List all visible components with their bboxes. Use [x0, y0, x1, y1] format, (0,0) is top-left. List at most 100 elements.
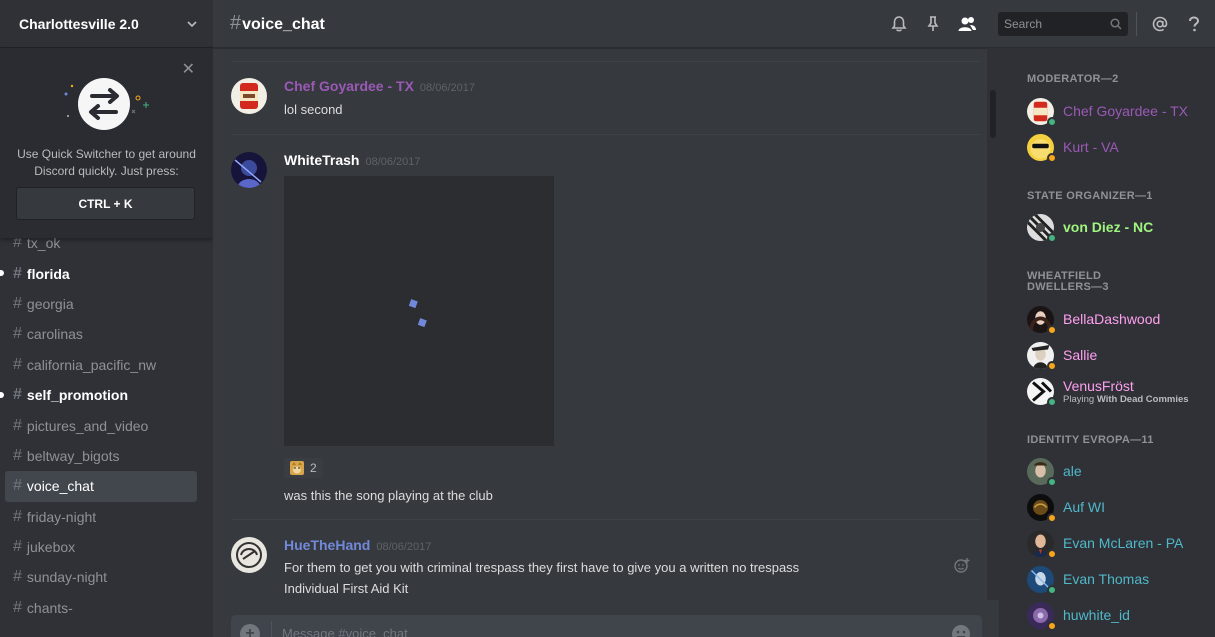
channel-jukebox[interactable]: # jukebox	[5, 532, 197, 562]
members-icon[interactable]	[956, 13, 978, 35]
media-embed[interactable]	[284, 176, 554, 446]
avatar	[1027, 529, 1057, 559]
member-name: Auf WI	[1063, 499, 1106, 515]
reaction-button[interactable]: 2	[284, 458, 323, 478]
search-placeholder: Search	[1004, 17, 1043, 31]
hash-icon: #	[13, 416, 22, 434]
message-text: was this the song playing at the club	[284, 488, 493, 503]
member-name: Chef Goyardee - TX	[1063, 103, 1189, 119]
status-online-indicator	[1047, 584, 1057, 595]
doge-emoji-icon	[290, 461, 304, 475]
status-online-indicator	[1047, 396, 1057, 407]
member-name: VenusFröst	[1063, 377, 1134, 394]
avatar[interactable]	[231, 152, 267, 188]
quick-switcher-arrows-icon	[64, 78, 149, 130]
activity-game: With Dead Commies	[1096, 393, 1189, 405]
add-reaction-icon[interactable]	[953, 556, 971, 574]
member-item[interactable]: Evan McLaren - PA	[1027, 527, 1207, 559]
channel-sidebar: Charlottesville 2.0 # tx_ok # florida # geo…	[0, 0, 213, 637]
role-header-line-2: DWELLERS—3	[1027, 281, 1109, 293]
avatar[interactable]	[231, 78, 267, 114]
message-header: HueTheHand 08/06/2017	[284, 537, 431, 553]
close-icon[interactable]: ✕	[182, 59, 195, 79]
member-item[interactable]: von Diez - NC	[1027, 211, 1207, 243]
pin-icon[interactable]	[922, 13, 944, 35]
hash-icon: #	[13, 477, 22, 495]
message-list[interactable]: Chef Goyardee - TX 08/06/2017 lol second…	[213, 48, 999, 637]
reaction-count: 2	[310, 461, 317, 475]
hash-icon: #	[13, 355, 22, 373]
channel-chants-[interactable]: # chants-	[5, 593, 197, 623]
role-header: STATE ORGANIZER—1	[1027, 190, 1153, 202]
member-item[interactable]: Auf WI	[1027, 491, 1207, 523]
channel-georgia[interactable]: # georgia	[5, 289, 197, 319]
role-header: IDENTITY EVROPA—11	[1027, 434, 1154, 446]
search-bar[interactable]: Search	[998, 12, 1128, 36]
upload-plus-icon[interactable]: +	[240, 624, 260, 637]
member-item[interactable]: BellaDashwood	[1027, 303, 1207, 335]
timestamp: 08/06/2017	[376, 541, 432, 553]
hash-icon: #	[13, 386, 22, 404]
status-idle-indicator	[1047, 620, 1057, 631]
message-input[interactable]: Message #voice_chat	[282, 626, 408, 637]
message-text: For them to get you with criminal trespa…	[284, 560, 800, 575]
member-item[interactable]: huwhite_id	[1027, 599, 1207, 631]
channel-voice_chat[interactable]: # voice_chat	[5, 471, 197, 502]
scrollbar-thumb[interactable]	[990, 90, 996, 138]
channel-florida[interactable]: # florida	[0, 258, 197, 288]
member-item[interactable]: VenusFröst Playing With Dead Commies	[1027, 375, 1207, 407]
timestamp: 08/06/2017	[419, 82, 475, 94]
activity-prefix: Playing	[1063, 393, 1095, 405]
role-header: MODERATOR—2	[1027, 73, 1119, 85]
channel-beltway_bigots[interactable]: # beltway_bigots	[5, 441, 197, 471]
channel-header: #voice_chat Search	[213, 0, 1215, 48]
status-idle-indicator	[1047, 324, 1057, 335]
bell-icon[interactable]	[888, 13, 910, 35]
status-online-indicator	[1047, 232, 1057, 243]
channel-sunday-night[interactable]: # sunday-night	[5, 562, 197, 592]
member-name: Evan McLaren - PA	[1063, 535, 1184, 551]
channel-california_pacific_nw[interactable]: # california_pacific_nw	[5, 350, 197, 380]
avatar	[1027, 565, 1057, 595]
avatar	[1027, 305, 1057, 335]
member-name: huwhite_id	[1063, 607, 1130, 623]
channel-carolinas[interactable]: # carolinas	[5, 319, 197, 349]
status-idle-indicator	[1047, 360, 1057, 371]
avatar[interactable]	[231, 537, 267, 573]
member-name: BellaDashwood	[1063, 311, 1161, 327]
mention-icon[interactable]	[1149, 13, 1171, 35]
channel-name: carolinas	[26, 326, 83, 343]
member-activity: Playing With Dead Commies	[1063, 394, 1189, 405]
channel-name: georgia	[26, 295, 74, 312]
avatar	[1027, 97, 1057, 127]
channel-name: voice_chat	[26, 478, 94, 495]
channel-friday-night[interactable]: # friday-night	[5, 502, 197, 532]
hash-icon: #	[13, 446, 22, 464]
username[interactable]: WhiteTrash	[284, 152, 359, 168]
quick-switcher-popup: ✕ Use Quick Switcher to get around Disco…	[0, 48, 213, 238]
shortcut-key[interactable]: CTRL + K	[16, 187, 195, 220]
channel-name: pictures_and_video	[26, 417, 149, 434]
role-header: WHEATFIELD DWELLERS—3	[1027, 271, 1109, 293]
message-text: Individual First Aid Kit	[284, 581, 409, 596]
help-icon[interactable]	[1183, 13, 1205, 35]
chevron-down-icon	[187, 20, 197, 27]
member-item[interactable]: Sallie	[1027, 339, 1207, 371]
username[interactable]: Chef Goyardee - TX	[284, 78, 414, 94]
hash-icon: #	[13, 264, 22, 282]
chat-scrollbar[interactable]	[987, 48, 999, 600]
username[interactable]: HueTheHand	[284, 537, 370, 553]
unread-indicator	[0, 391, 4, 398]
member-name: Evan Thomas	[1063, 571, 1150, 587]
message-composer[interactable]: + Message #voice_chat	[231, 615, 982, 637]
member-item[interactable]: Evan Thomas	[1027, 563, 1207, 595]
channel-pictures_and_video[interactable]: # pictures_and_video	[5, 410, 197, 440]
emoji-picker-icon[interactable]	[951, 624, 971, 637]
member-item[interactable]: Chef Goyardee - TX	[1027, 95, 1207, 127]
member-item[interactable]: ale	[1027, 455, 1207, 487]
channel-self_promotion[interactable]: # self_promotion	[0, 380, 197, 410]
search-icon	[1110, 18, 1122, 30]
hash-icon: #	[13, 325, 22, 343]
server-header[interactable]: Charlottesville 2.0	[0, 0, 213, 48]
member-item[interactable]: Kurt - VA	[1027, 131, 1207, 163]
